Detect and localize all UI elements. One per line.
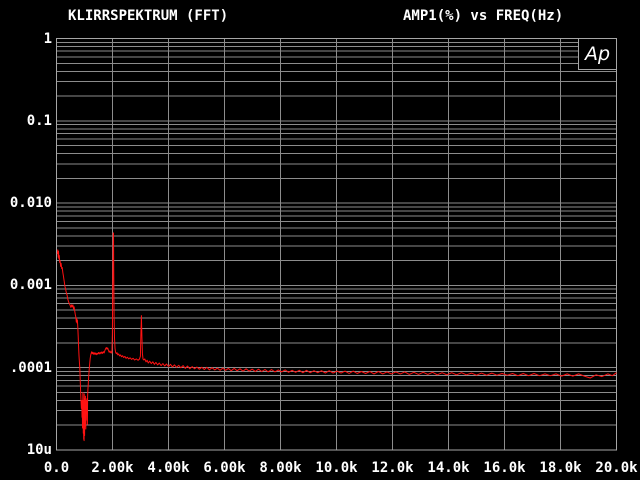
y-tick-label: 0.001 [9, 277, 52, 294]
x-tick-label: 18.0k [539, 460, 582, 476]
y-tick-label: 1 [43, 30, 52, 47]
y-tick-label: .0001 [9, 359, 52, 376]
x-tick-label: 12.0k [371, 460, 414, 476]
x-tick-label: 6.00k [203, 460, 246, 476]
ap-logo: Ap [578, 38, 617, 70]
y-tick-label: 0.010 [9, 195, 52, 212]
x-tick-label: 14.0k [427, 460, 470, 476]
x-tick-label: 8.00k [259, 460, 302, 476]
x-tick-label: 2.00k [91, 460, 134, 476]
x-tick-label: 4.00k [147, 460, 190, 476]
plot-area [56, 38, 617, 451]
y-tick-label: 0.1 [26, 112, 52, 129]
x-tick-label: 0.0 [43, 460, 70, 476]
x-tick-label: 16.0k [483, 460, 526, 476]
x-tick-label: 20.0k [595, 460, 638, 476]
y-tick-label: 10u [26, 442, 52, 458]
x-tick-label: 10.0k [315, 460, 358, 476]
ap-logo-text: Ap [584, 43, 611, 65]
